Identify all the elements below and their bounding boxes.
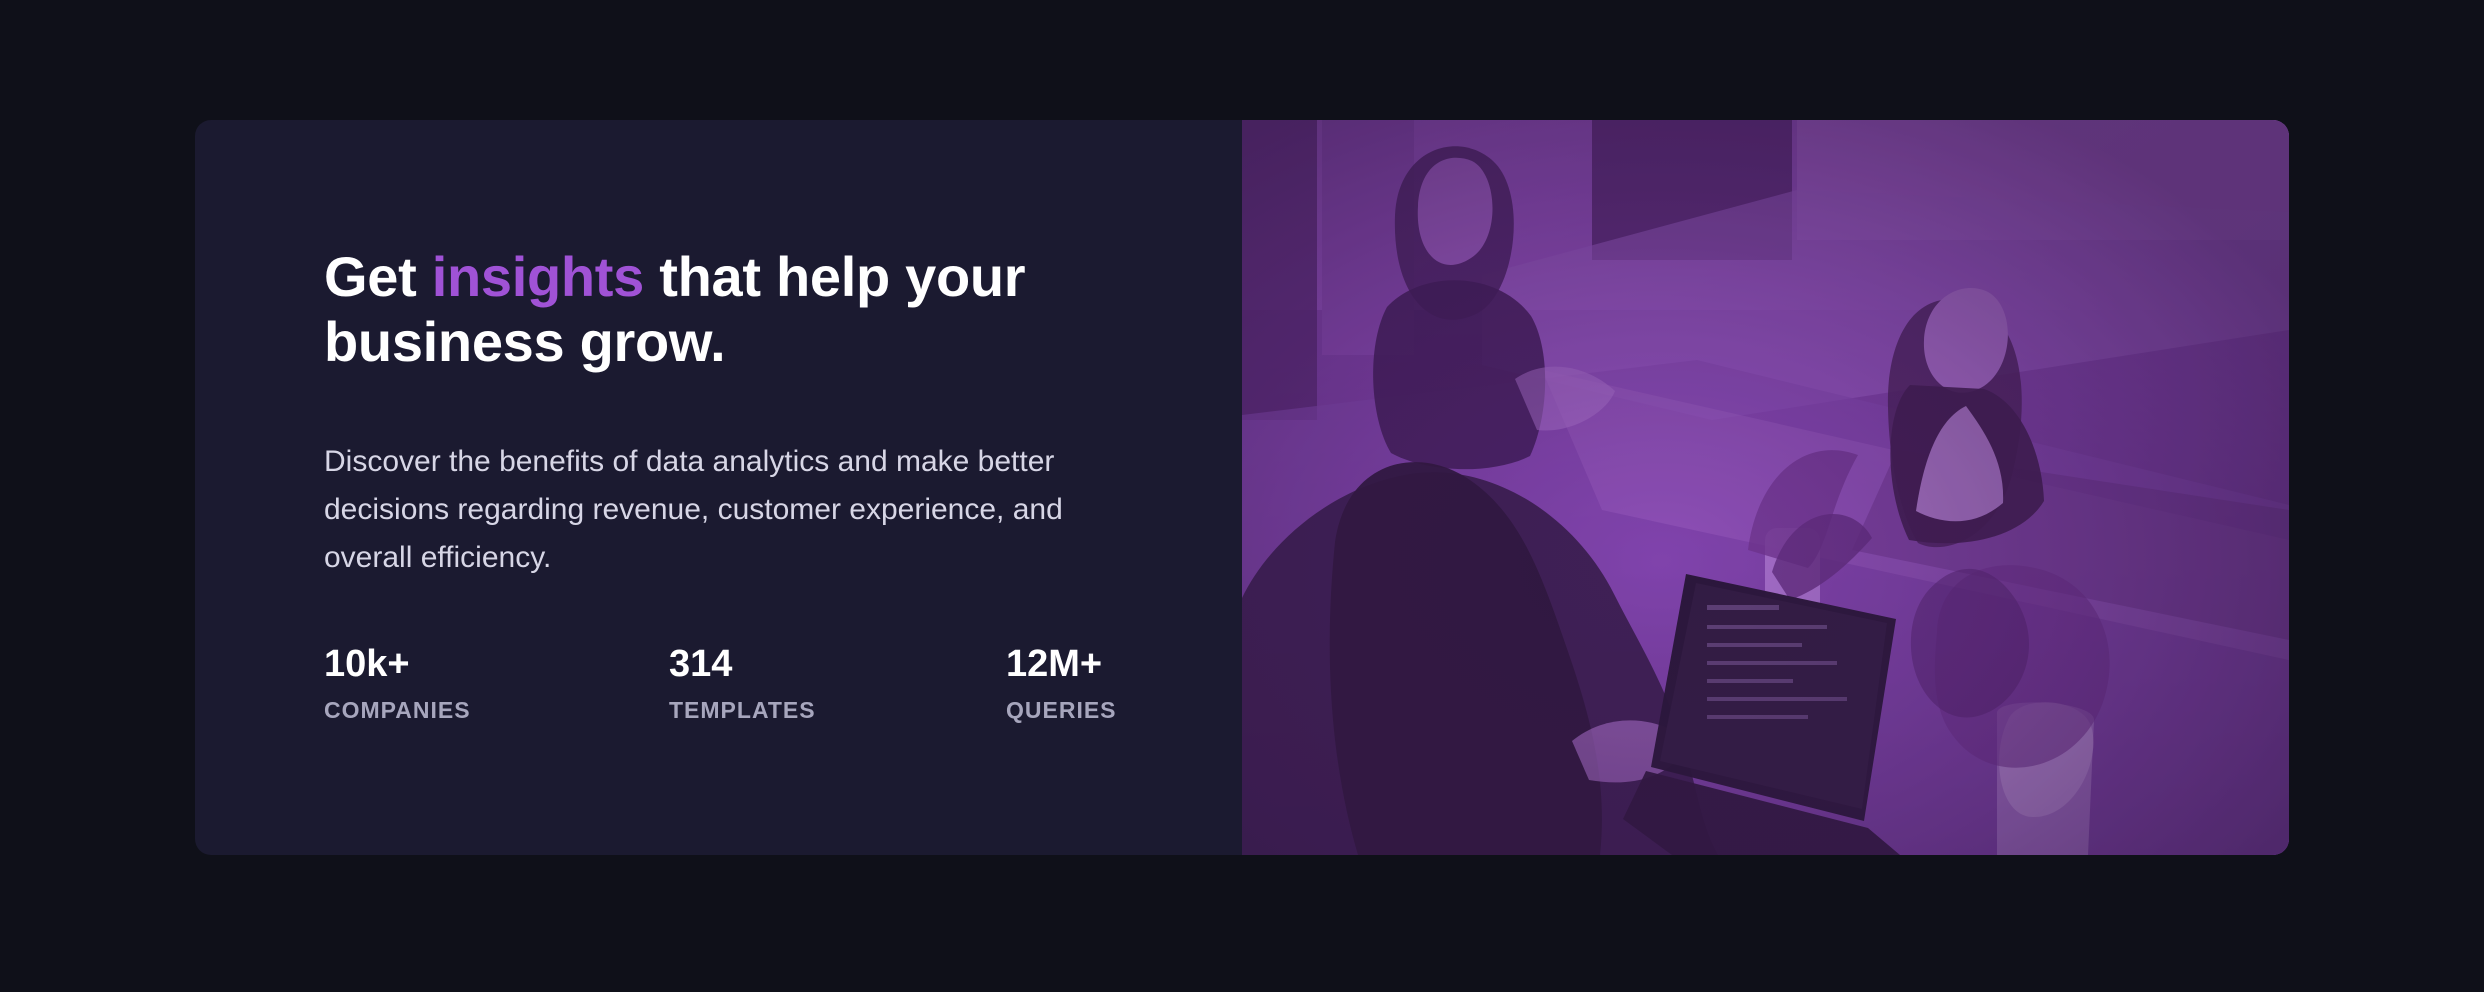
card-content: Get insights that help your business gro… [195, 120, 1242, 855]
office-photo-illustration [1242, 120, 2289, 855]
stats-list: 10k+ COMPANIES 314 TEMPLATES 12M+ QUERIE… [324, 642, 1117, 742]
stat-label: COMPANIES [324, 697, 471, 723]
stat-label: TEMPLATES [669, 697, 816, 723]
headline-accent: insights [431, 245, 645, 308]
stat-templates: 314 TEMPLATES [669, 642, 816, 724]
stat-value: 314 [669, 643, 733, 685]
headline-start: Get [324, 245, 432, 308]
stats-preview-card: Get insights that help your business gro… [195, 120, 2289, 855]
hero-image [1242, 120, 2289, 855]
description: Discover the benefits of data analytics … [324, 445, 1063, 574]
stat-companies: 10k+ COMPANIES [324, 642, 471, 724]
stat-label: QUERIES [1006, 697, 1117, 723]
headline: Get insights that help your business gro… [324, 244, 1084, 374]
stat-value: 10k+ [324, 643, 410, 685]
stat-value: 12M+ [1006, 643, 1103, 685]
stat-queries: 12M+ QUERIES [1006, 642, 1117, 724]
